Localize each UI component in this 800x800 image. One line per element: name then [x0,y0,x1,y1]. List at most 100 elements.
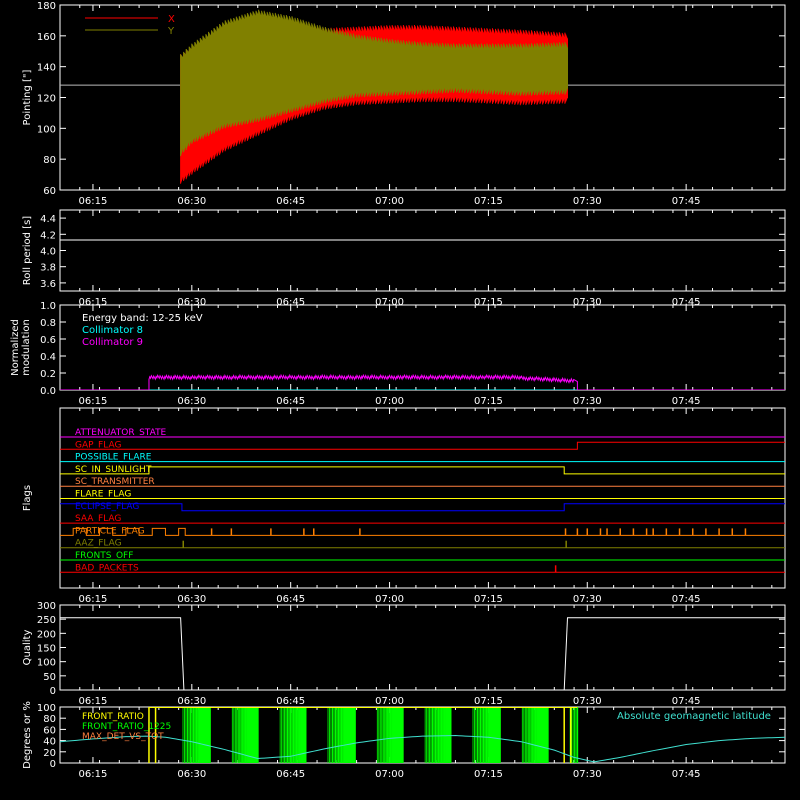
y-tick-label: 80 [43,714,56,725]
y-tick-label: 100 [37,658,56,669]
front-ratio-1225-bar [521,707,523,763]
x-tick-label: 07:00 [375,594,404,605]
energy-band-annotation: Energy band: 12-25 keV [82,313,203,324]
front-ratio-1225-bar [440,707,443,763]
flag-label: ECLIPSE_FLAG [75,502,139,512]
front-ratio-1225-bar [427,707,429,763]
legend-label: Absolute geomagnetic latitude [617,711,771,722]
y-tick-label: 40 [43,737,56,748]
front-ratio-1225-bar [231,707,233,763]
front-ratio-1225-bar [247,707,250,763]
front-ratio-1225-bar [524,707,526,763]
front-ratio-1225-bar [532,707,534,763]
x-tick-label: 07:15 [474,769,503,780]
legend-label: FRONT_RATIO_1225 [82,722,171,732]
front-ratio-1225-bar [481,707,483,763]
front-ratio-1225-bar [449,707,452,763]
y-tick-label: 4.2 [40,230,56,241]
flag-label: SC_TRANSMITTER [75,477,155,487]
front-ratio-1225-bar [488,707,491,763]
front-ratio-1225-bar [281,707,283,763]
y-tick-label: 300 [37,601,56,612]
front-ratio-1225-bar [485,707,488,763]
front-ratio-1225-bar [534,707,537,763]
front-ratio-1225-bar [384,707,386,763]
y-tick-label: 200 [37,629,56,640]
y-tick-label: 250 [37,615,56,626]
front-ratio-1225-bar [236,707,238,763]
legend-label: Collimator 8 [82,325,143,336]
front-ratio-1225-bar [282,707,284,763]
front-ratio-1225-bar [433,707,435,763]
front-ratio-1225-bar [474,707,475,763]
y-tick-label: 1.0 [40,301,56,312]
x-tick-label: 07:30 [573,594,602,605]
front-ratio-1225-bar [184,707,185,763]
front-ratio-1225-bar [192,707,195,763]
y-axis-label: Degrees or % [22,701,33,769]
legend-label: Collimator 9 [82,337,143,348]
y-axis-label: Quality [22,630,33,666]
front-ratio-1225-bar [186,707,188,763]
flag-label: BAD_PACKETS [75,563,139,573]
front-ratio-1225-bar [197,707,199,763]
front-ratio-1225-bar [279,707,281,763]
y-tick-label: 3.6 [40,279,56,290]
y-tick-label: 0.4 [40,352,56,363]
y-axis-label: modulation [21,319,32,376]
front-ratio-1225-bar [344,707,347,763]
front-ratio-1225-bar [429,707,431,763]
front-ratio-1225-bar [437,707,440,763]
x-tick-label: 07:30 [573,769,602,780]
front-ratio-1225-bar [385,707,387,763]
front-ratio-1225-bar [343,707,346,763]
front-ratio-1225-bar [536,707,538,763]
front-ratio-1225-bar [475,707,477,763]
front-ratio-1225-bar [376,707,378,763]
front-ratio-1225-bar [381,707,383,763]
front-ratio-1225-bar [342,707,344,763]
front-ratio-1225-bar [439,707,441,763]
y-tick-label: 160 [37,32,56,43]
front-ratio-1225-bar [489,707,492,763]
front-ratio-1225-bar [379,707,381,763]
flag-label: AAZ_FLAG [75,539,122,549]
front-ratio-1225-bar [191,707,193,763]
front-ratio-1225-bar [487,707,489,763]
front-ratio-1225-bar [237,707,239,763]
x-tick-label: 06:45 [276,769,305,780]
front-ratio-1225-bar [529,707,531,763]
front-ratio-1225-bar [333,707,335,763]
front-ratio-1225-bar [431,707,434,763]
legend-label: X [168,14,175,25]
x-tick-label: 06:45 [276,196,305,207]
x-tick-label: 06:15 [79,696,108,707]
y-tick-label: 20 [43,748,56,759]
front-ratio-1225-bar [378,707,380,763]
flag-label: ATTENUATOR_STATE [75,428,167,438]
front-ratio-1225-bar [336,707,338,763]
x-tick-label: 07:15 [474,594,503,605]
front-ratio-1225-bar [353,707,356,763]
x-tick-label: 07:45 [672,396,701,407]
front-ratio-1225-bar [526,707,528,763]
front-ratio-1225-bar [329,707,330,763]
x-tick-label: 06:30 [177,769,206,780]
front-ratio-1225-bar [572,707,574,763]
y-tick-label: 100 [37,703,56,714]
y-tick-label: 0.2 [40,369,56,380]
y-tick-label: 180 [37,1,56,12]
front-ratio-1225-bar [233,707,235,763]
y-axis-label: Pointing ["] [22,69,33,125]
front-ratio-1225-bar [194,707,196,763]
y-tick-label: 50 [43,672,56,683]
y-tick-label: 3.8 [40,263,56,274]
y-tick-label: 80 [43,155,56,166]
flag-label: SC_IN_SUNLIGHT [75,465,152,475]
front-ratio-1225-bar [434,707,437,763]
x-tick-label: 06:45 [276,594,305,605]
front-ratio-1225-bar [327,707,329,763]
front-ratio-1225-bar [256,707,259,763]
y-axis-label: Flags [22,485,33,511]
front-ratio-1225-bar [546,707,549,763]
